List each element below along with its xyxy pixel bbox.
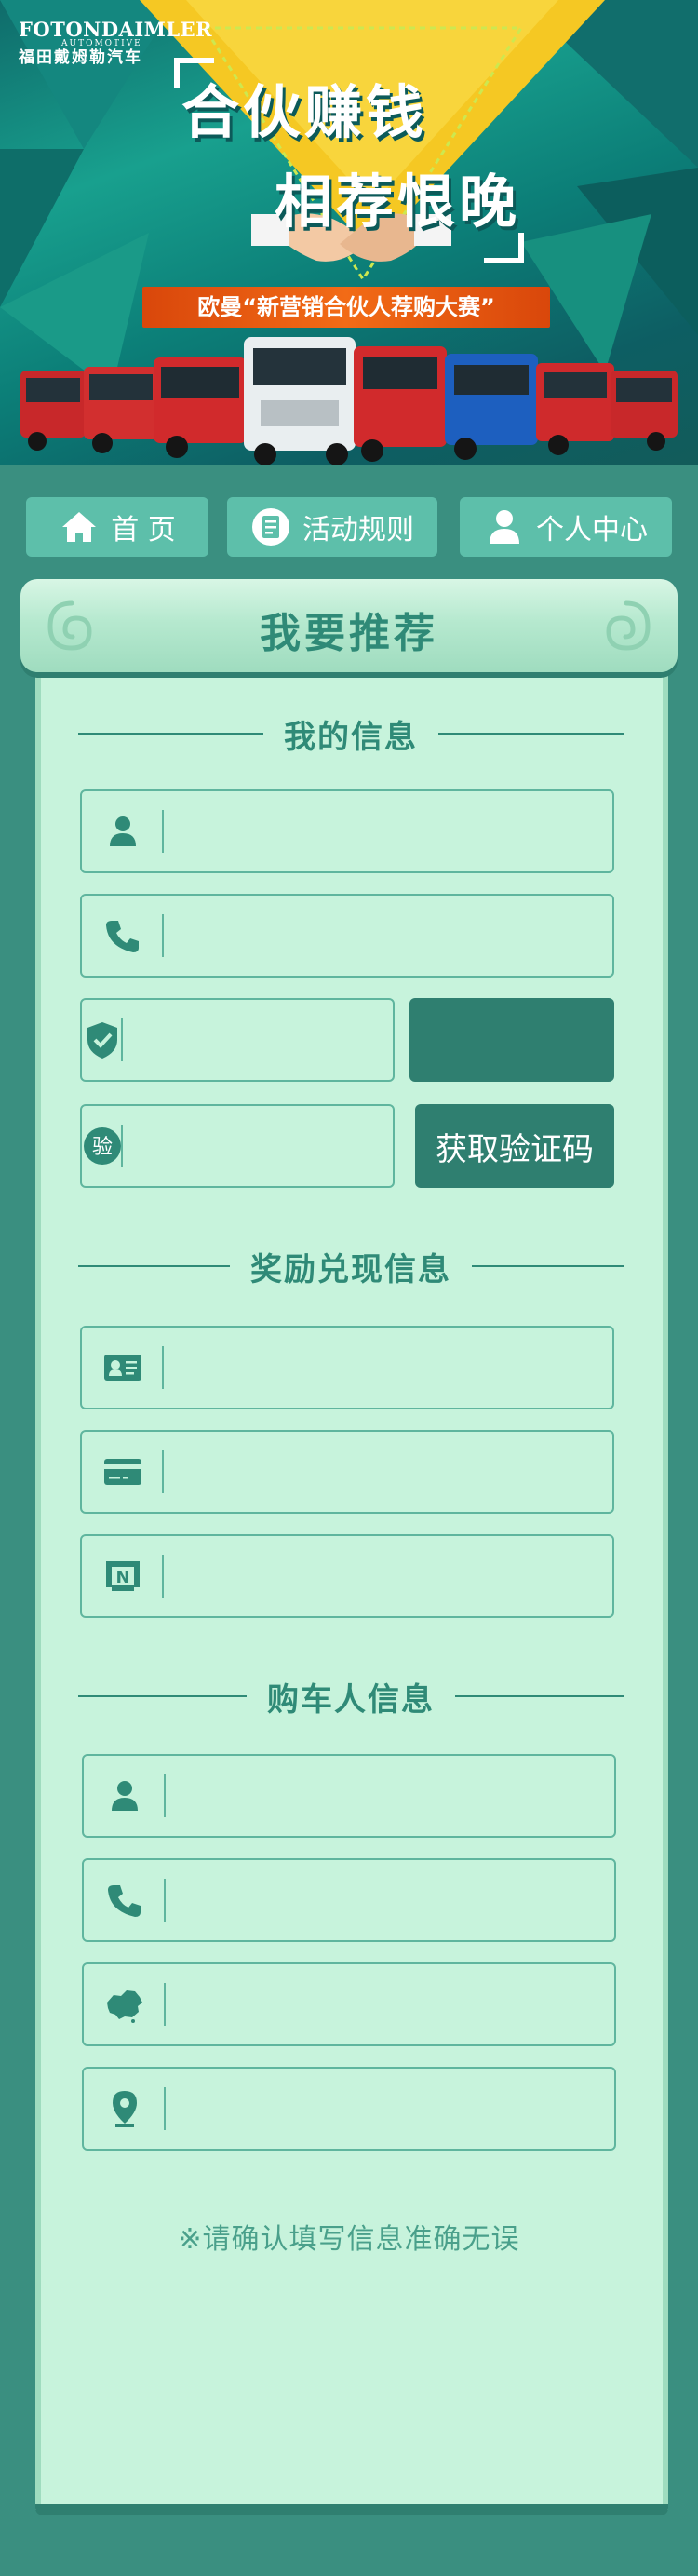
user-icon: [112, 1781, 138, 1811]
phone-icon: [108, 1885, 141, 1917]
divider: [455, 1695, 624, 1697]
china-map-icon-wrap: [84, 1964, 166, 2044]
id-card-icon-wrap: [82, 1328, 164, 1408]
user-icon-wrap: [82, 791, 164, 871]
user-icon: [110, 816, 136, 846]
sub-banner: 欧曼“新营销合伙人荐购大赛”: [142, 287, 550, 328]
captcha-image[interactable]: [409, 998, 614, 1082]
home-icon: [62, 512, 97, 542]
logo-line3: 福田戴姆勒汽车: [19, 47, 142, 67]
bank-card-field[interactable]: [80, 1430, 614, 1514]
divider: [78, 1265, 230, 1267]
my-name-input[interactable]: [164, 791, 612, 871]
my-phone-input[interactable]: [164, 896, 612, 976]
section-buyer-info: 购车人信息: [78, 1678, 624, 1719]
china-map-icon: [107, 1990, 142, 2023]
sms-code-input[interactable]: [123, 1106, 464, 1186]
logo-line1: FOTONDAIMLER: [19, 18, 213, 41]
section-reward-info-title: 奖励兑现信息: [250, 1250, 451, 1288]
scroll-title: 我要推荐: [260, 610, 438, 657]
confirm-note: ※请确认填写信息准确无误: [178, 2223, 520, 2256]
nav-rules-button[interactable]: 活动规则: [227, 497, 437, 557]
svg-text:验: 验: [92, 1136, 113, 1159]
brand-logo: FOTONDAIMLER AUTOMOTIVE 福田戴姆勒汽车: [19, 19, 212, 67]
hero-banner: FOTONDAIMLER AUTOMOTIVE 福田戴姆勒汽车 合伙赚钱 相荐恨…: [0, 0, 698, 465]
my-phone-field[interactable]: [80, 894, 614, 978]
svg-text:N: N: [115, 1568, 129, 1587]
nav-profile-label: 个人中心: [536, 514, 648, 546]
divider: [78, 1695, 247, 1697]
buyer-name-input[interactable]: [166, 1756, 614, 1836]
sms-code-field[interactable]: 验: [80, 1104, 464, 1188]
phone-icon-wrap: [82, 896, 164, 976]
get-sms-code-button[interactable]: 获取验证码: [415, 1104, 614, 1188]
divider: [78, 733, 263, 735]
verify-icon-wrap: 验: [82, 1106, 123, 1186]
location-pin-icon: [113, 2091, 137, 2127]
buyer-address-field[interactable]: [82, 2067, 616, 2151]
buyer-region-field[interactable]: [82, 1962, 616, 2046]
nav-home-button[interactable]: 首 页: [26, 497, 208, 557]
shield-check-icon: [87, 1022, 117, 1059]
bank-card-icon: [104, 1459, 141, 1485]
user-icon-wrap: [84, 1756, 166, 1836]
scroll-header: 我要推荐: [20, 579, 678, 672]
buyer-address-input[interactable]: [166, 2069, 614, 2149]
user-icon: [490, 510, 519, 544]
section-buyer-info-title: 购车人信息: [267, 1680, 435, 1719]
buyer-region-input[interactable]: [166, 1964, 614, 2044]
buyer-phone-input[interactable]: [166, 1860, 614, 1940]
headline: 合伙赚钱 相荐恨晚: [181, 65, 520, 238]
headline-line2: 相荐恨晚: [275, 168, 521, 236]
section-reward-info: 奖励兑现信息: [78, 1248, 624, 1288]
bank-card-input[interactable]: [164, 1432, 612, 1512]
id-card-field[interactable]: [80, 1326, 614, 1409]
location-pin-icon-wrap: [84, 2069, 166, 2149]
buyer-name-field[interactable]: [82, 1754, 616, 1838]
my-name-field[interactable]: [80, 789, 614, 873]
section-my-info: 我的信息: [78, 715, 624, 756]
nav-profile-button[interactable]: 个人中心: [460, 497, 672, 557]
nav-rules-label: 活动规则: [302, 514, 414, 546]
bank-icon-wrap: N: [82, 1536, 164, 1616]
bank-card-icon-wrap: [82, 1432, 164, 1512]
id-card-icon: [104, 1355, 141, 1381]
id-card-input[interactable]: [164, 1328, 612, 1408]
phone-icon: [106, 921, 139, 952]
phone-icon-wrap: [84, 1860, 166, 1940]
captcha-field[interactable]: [80, 998, 464, 1082]
buyer-phone-field[interactable]: [82, 1858, 616, 1942]
divider: [438, 733, 624, 735]
headline-line1: 合伙赚钱: [181, 78, 428, 146]
cloud-swirl-icon: [606, 600, 651, 651]
scroll-bottom-edge: [35, 2504, 668, 2515]
nav-home-label: 首 页: [111, 514, 176, 546]
bank-name-input[interactable]: [164, 1536, 612, 1616]
section-my-info-title: 我的信息: [284, 718, 418, 756]
verify-icon: 验: [84, 1127, 121, 1165]
bank-icon: N: [106, 1561, 140, 1591]
shield-icon-wrap: [82, 1000, 123, 1080]
bank-name-field[interactable]: N: [80, 1534, 614, 1618]
divider: [472, 1265, 624, 1267]
document-icon: [252, 508, 289, 546]
trucks-illustration: [20, 337, 678, 465]
